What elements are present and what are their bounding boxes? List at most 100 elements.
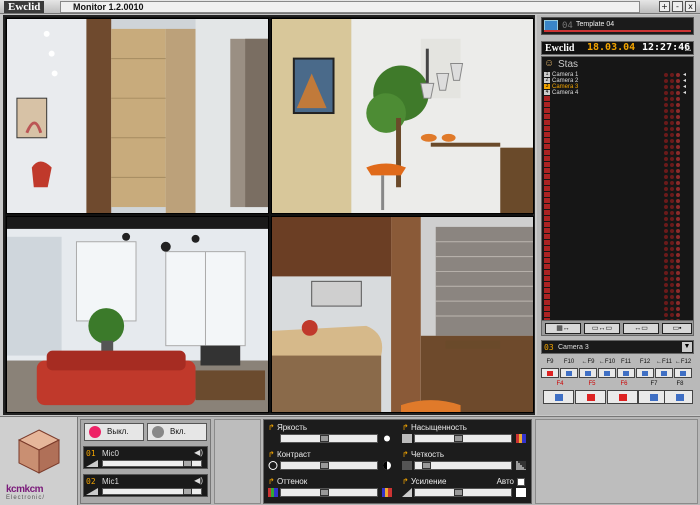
arrow-icon: ↱	[268, 423, 275, 432]
status-dot	[664, 235, 668, 239]
speaker-icon[interactable]: ◀)	[194, 476, 203, 485]
layout-split-button[interactable]: ▭↔▭	[584, 323, 620, 334]
fkeys-top-labels: F9 F10 ←F9 ←F10 F11 F12 ←F11 ←F12	[541, 358, 694, 367]
snapshot-button[interactable]	[543, 390, 574, 404]
status-dots	[664, 121, 691, 125]
chevron-down-icon[interactable]: ▼	[682, 342, 692, 352]
mute-button[interactable]	[636, 368, 654, 378]
close-button[interactable]: x	[685, 1, 696, 12]
slider-knob[interactable]	[320, 435, 329, 442]
step-forward-button[interactable]	[598, 368, 616, 378]
slider-knob[interactable]	[454, 435, 463, 442]
status-dot	[664, 277, 668, 281]
camera-select[interactable]: 03 Camera 3 ▼	[541, 340, 694, 354]
status-dot	[664, 253, 668, 257]
arrow-icon: ↱	[402, 423, 409, 432]
status-dot	[676, 205, 680, 209]
mic-volume-slider[interactable]	[102, 460, 202, 467]
camera-view-3[interactable]	[6, 216, 269, 413]
slider-knob[interactable]	[183, 460, 192, 467]
camera-view-2[interactable]	[271, 18, 534, 214]
camera-row-number	[544, 264, 550, 269]
step-forward-icon	[604, 371, 610, 376]
fkeys-bottom-labels: F4 F5 F6 F7 F8	[541, 380, 694, 389]
layout-full-button[interactable]: ▭▪	[662, 323, 692, 334]
status-dot	[676, 301, 680, 305]
slider-knob[interactable]	[320, 462, 329, 469]
status-dots	[664, 247, 691, 251]
camera-row-number	[544, 204, 550, 209]
sharpness-slider[interactable]	[414, 461, 512, 470]
speaker-icon[interactable]: ◀)	[194, 448, 203, 457]
camera-view-4[interactable]	[271, 216, 534, 413]
volume-up-button[interactable]	[674, 368, 692, 378]
fkey-label: ←F10	[598, 359, 616, 365]
gain-slider[interactable]	[414, 488, 512, 497]
status-dots	[664, 301, 691, 305]
volume-down-button[interactable]	[655, 368, 673, 378]
record-start-button[interactable]	[575, 390, 606, 404]
fkey-label: ←F11	[656, 359, 672, 365]
mic-volume-slider[interactable]	[102, 488, 202, 495]
status-dot	[670, 307, 674, 311]
contrast-slider[interactable]	[280, 461, 378, 470]
status-dot	[676, 229, 680, 233]
status-dot	[670, 241, 674, 245]
brightness-slider[interactable]	[280, 434, 378, 443]
status-dots	[664, 109, 691, 113]
hue-label: Оттенок	[276, 477, 308, 486]
slider-knob[interactable]	[422, 462, 431, 469]
mic-number: 01	[86, 449, 96, 458]
speaker-button[interactable]	[617, 368, 635, 378]
camera-list: ☺ Stas 1 Camera 1 ◂ 2 Camera 2 ◂ 3 Camera 3 ◂ 4 Ca…	[541, 56, 694, 334]
layout-single-button[interactable]: ↔▭	[623, 323, 659, 334]
status-dot	[670, 301, 674, 305]
rewind-button[interactable]	[560, 368, 578, 378]
camera-row-number	[544, 150, 550, 155]
alarm-button[interactable]	[607, 390, 638, 404]
status-dot	[664, 127, 668, 131]
fkey-label: F12	[639, 359, 651, 365]
status-dots	[664, 169, 691, 173]
audio-off-button[interactable]: Выкл.	[84, 423, 144, 441]
audio-on-button[interactable]: Вкл.	[147, 423, 207, 441]
status-dot	[664, 73, 668, 77]
sharpness-label: Четкость	[410, 450, 444, 459]
status-dot	[670, 163, 674, 167]
minimize-button[interactable]: -	[672, 1, 683, 12]
status-dot	[676, 103, 680, 107]
status-dot	[676, 247, 680, 251]
fullscreen-button[interactable]	[664, 390, 693, 404]
auto-gain-checkbox[interactable]	[517, 478, 525, 486]
status-dot	[670, 277, 674, 281]
gain-label: Усиление	[410, 477, 447, 486]
status-dot	[664, 271, 668, 275]
status-dot	[676, 73, 680, 77]
triangle-up-icon[interactable]: △	[685, 43, 691, 52]
camera-view-1[interactable]	[6, 18, 269, 214]
slider-knob[interactable]	[454, 489, 463, 496]
stop-icon	[650, 394, 658, 401]
status-dot	[670, 253, 674, 257]
brightness-control: ↱ Яркость	[266, 422, 394, 448]
camera-row-number	[544, 210, 550, 215]
template-selector[interactable]: 04 Template 04	[541, 17, 694, 35]
hallway-image	[7, 19, 268, 213]
record-button[interactable]	[541, 368, 559, 378]
maximize-button[interactable]: +	[659, 1, 670, 12]
layout-grid-button[interactable]: ▦↔	[545, 323, 581, 334]
template-indicator	[544, 30, 691, 32]
saturation-slider[interactable]	[414, 434, 512, 443]
status-dots	[664, 91, 691, 95]
slider-knob[interactable]	[183, 488, 192, 495]
status-dot	[670, 91, 674, 95]
logo-box: kcmkcm Electronic/	[0, 417, 78, 505]
hue-slider[interactable]	[280, 488, 378, 497]
step-back-button[interactable]	[579, 368, 597, 378]
status-dots	[664, 181, 691, 185]
camera-row-number	[544, 96, 550, 101]
status-dots	[664, 175, 691, 179]
camera-row-number	[544, 228, 550, 233]
fkey-label: F9	[546, 359, 554, 365]
slider-knob[interactable]	[320, 489, 329, 496]
